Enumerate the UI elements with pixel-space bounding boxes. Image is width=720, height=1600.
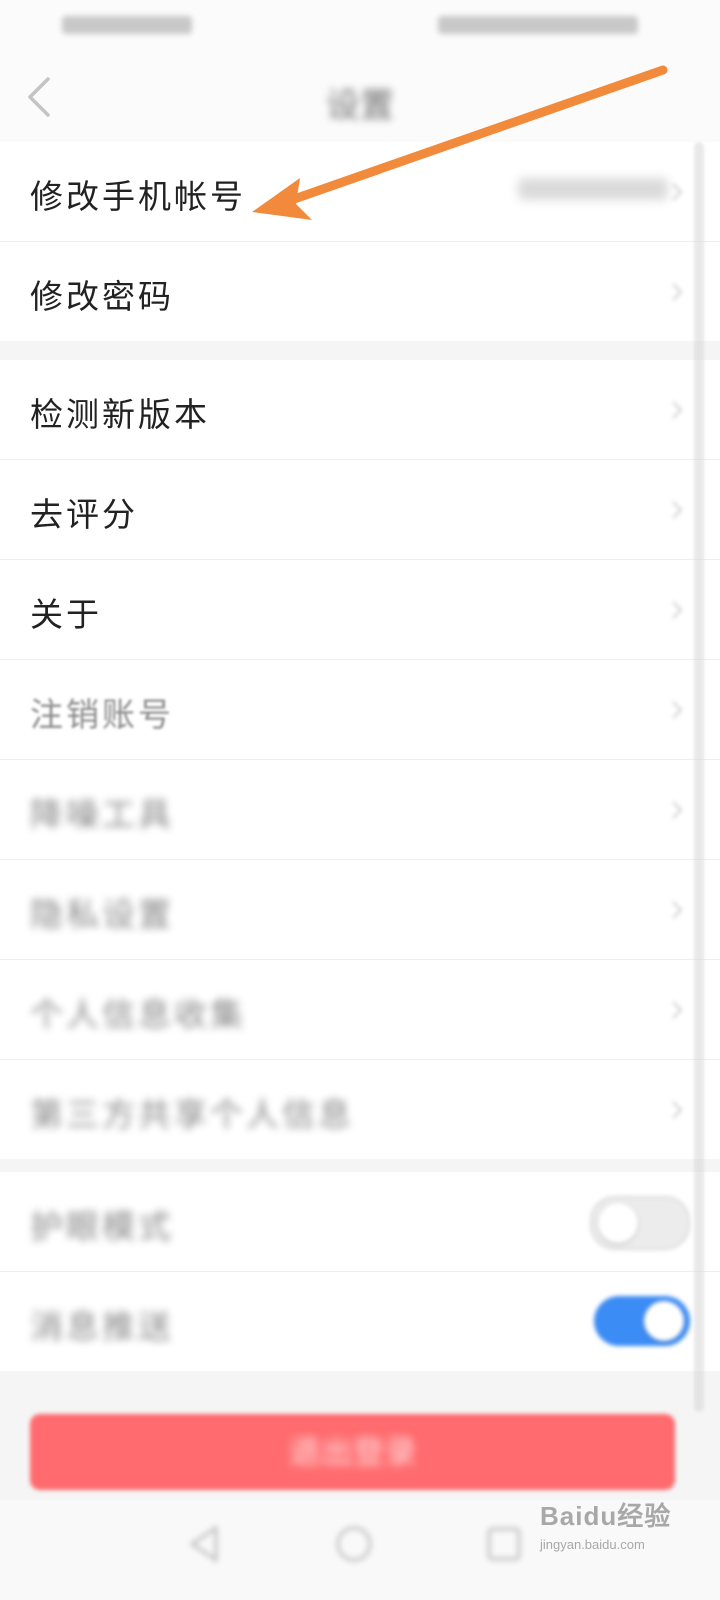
settings-item-check-update[interactable]: 检测新版本 [0,360,720,460]
settings-item-change-password[interactable]: 修改密码 [0,242,720,341]
settings-item-toggle-1: 消息推送 [0,1272,720,1371]
settings-item-change-phone[interactable]: 修改手机帐号 [0,142,720,242]
settings-item-label: 消息推送 [30,1307,174,1346]
status-bar [0,0,720,50]
chevron-right-icon [672,801,683,819]
settings-item-7[interactable]: 第三方共享个人信息 [0,1060,720,1159]
settings-item-toggle-0: 护眼模式 [0,1172,720,1272]
settings-item-label: 降噪工具 [30,795,174,834]
toggle-knob [644,1301,684,1341]
chevron-right-icon [672,1101,683,1119]
settings-item-label: 个人信息收集 [30,995,246,1034]
status-bar-left [62,16,192,34]
chevron-right-icon [672,401,683,419]
settings-item-label: 第三方共享个人信息 [30,1095,354,1134]
status-bar-right [438,16,638,34]
settings-item-5[interactable]: 隐私设置 [0,860,720,960]
chevron-right-icon [672,601,683,619]
scrollbar[interactable] [694,142,704,1412]
account-settings-group: 修改手机帐号 修改密码 [0,142,720,341]
settings-item-4[interactable]: 降噪工具 [0,760,720,860]
watermark-logo: Baidu经验 [540,1501,672,1531]
settings-item-about[interactable]: 关于 [0,560,720,660]
nav-bar: 设置 [0,50,720,143]
general-settings-group: 检测新版本 去评分 关于 注销账号 降噪工具 隐私设置 个人信息收集 第三方共享… [0,360,720,1159]
toggle-switch[interactable] [594,1296,690,1346]
page-title: 设置 [326,86,394,126]
chevron-right-icon [672,183,683,201]
watermark-sub: jingyan.baidu.com [540,1537,645,1552]
back-triangle-icon[interactable] [182,1522,226,1566]
home-circle-icon[interactable] [332,1522,376,1566]
settings-item-label: 修改密码 [30,277,174,316]
recents-square-icon[interactable] [482,1522,526,1566]
chevron-right-icon [672,701,683,719]
settings-item-delete-account[interactable]: 注销账号 [0,660,720,760]
settings-item-label: 注销账号 [30,695,174,734]
baidu-jingyan-watermark: Baidu经验 jingyan.baidu.com [540,1496,690,1576]
logout-label: 退出登录 [288,1433,417,1471]
toggle-switch[interactable] [590,1196,690,1250]
settings-item-label: 修改手机帐号 [30,177,246,216]
toggle-knob [598,1203,638,1243]
settings-item-rate[interactable]: 去评分 [0,460,720,560]
settings-item-label: 隐私设置 [30,895,174,934]
chevron-right-icon [672,901,683,919]
logout-button[interactable]: 退出登录 [30,1414,675,1490]
toggle-settings-group: 护眼模式 消息推送 [0,1172,720,1371]
settings-item-label: 去评分 [30,495,138,534]
settings-item-label: 护眼模式 [30,1207,174,1246]
chevron-right-icon [672,501,683,519]
settings-item-6[interactable]: 个人信息收集 [0,960,720,1060]
settings-item-label: 检测新版本 [30,395,210,434]
settings-item-label: 关于 [30,595,102,634]
chevron-right-icon [672,283,683,301]
phone-number-value [518,178,668,200]
chevron-right-icon [672,1001,683,1019]
